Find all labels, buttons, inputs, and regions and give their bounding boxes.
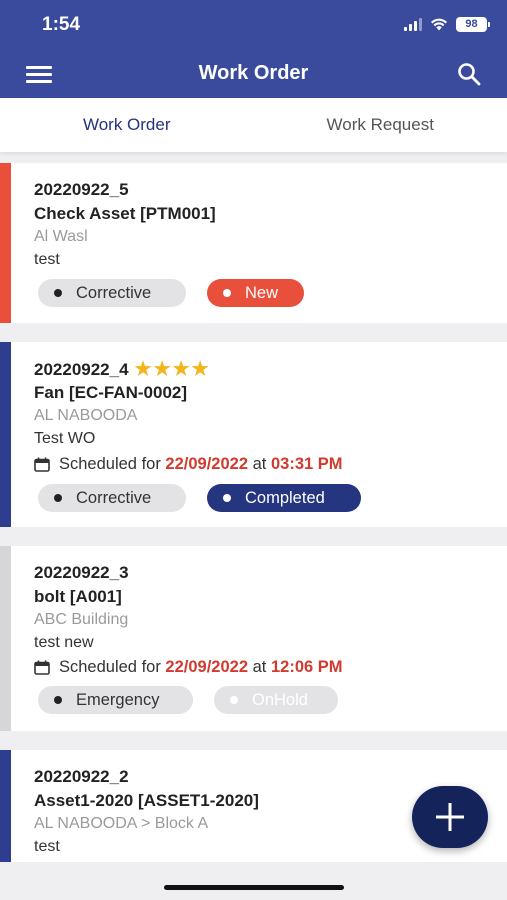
work-order-card[interactable]: 20220922_3 bolt [A001] ABC Building test… (0, 546, 507, 731)
work-order-location: AL NABOODA > Block A (34, 815, 209, 832)
priority-bar (0, 750, 11, 862)
work-order-location: Al Wasl (34, 228, 88, 245)
priority-bar (0, 342, 11, 527)
dot-icon (54, 696, 62, 704)
work-order-asset: Fan [EC-FAN-0002] (34, 383, 188, 402)
type-badge: Emergency (38, 686, 193, 714)
tab-work-request[interactable]: Work Request (254, 98, 507, 152)
schedule-line: Scheduled for 22/09/2022 at 03:31 PM (34, 455, 343, 474)
dot-icon (230, 696, 238, 704)
dot-icon (223, 494, 231, 502)
work-order-card[interactable]: 20220922_5 Check Asset [PTM001] Al Wasl … (0, 163, 507, 323)
type-badge: Corrective (38, 279, 186, 307)
dot-icon (54, 289, 62, 297)
work-order-location: AL NABOODA (34, 407, 138, 424)
work-order-asset: Check Asset [PTM001] (34, 204, 216, 223)
rating-stars: ★★★★ (134, 359, 211, 380)
work-order-id: 20220922_4 ★★★★ (34, 359, 211, 380)
work-order-asset: bolt [A001] (34, 587, 122, 606)
status-icons: 98 (404, 17, 490, 32)
status-time: 1:54 (42, 14, 81, 35)
tab-bar: Work Order Work Request (0, 98, 507, 152)
calendar-icon (34, 660, 50, 675)
work-order-description: test (34, 838, 60, 855)
wifi-icon (431, 18, 447, 31)
status-badge: New (207, 279, 304, 307)
status-badge: Completed (207, 484, 361, 512)
work-order-id: 20220922_5 (34, 180, 129, 199)
search-icon[interactable] (457, 62, 481, 86)
type-badge: Corrective (38, 484, 186, 512)
status-badge: OnHold (214, 686, 338, 714)
calendar-icon (34, 457, 50, 472)
work-order-id: 20220922_3 (34, 563, 129, 582)
home-indicator (164, 885, 344, 890)
schedule-time: 12:06 PM (270, 658, 343, 676)
work-order-description: test (34, 251, 60, 268)
dot-icon (223, 289, 231, 297)
work-order-description: Test WO (34, 430, 96, 447)
page-title: Work Order (198, 62, 309, 84)
schedule-line: Scheduled for 22/09/2022 at 12:06 PM (34, 658, 343, 677)
dot-icon (54, 494, 62, 502)
add-work-order-button[interactable] (412, 786, 488, 848)
schedule-date: 22/09/2022 (165, 658, 249, 676)
schedule-time: 03:31 PM (270, 455, 343, 473)
work-order-description: test new (34, 634, 94, 651)
app-bar: 1:54 98 Work Order (0, 0, 507, 98)
work-order-card[interactable]: 20220922_4 ★★★★ Fan [EC-FAN-0002] AL NABO… (0, 342, 507, 527)
priority-bar (0, 546, 11, 731)
work-order-location: ABC Building (34, 611, 129, 628)
priority-bar (0, 163, 11, 323)
tab-work-order[interactable]: Work Order (0, 98, 254, 152)
schedule-date: 22/09/2022 (165, 455, 249, 473)
battery-icon: 98 (456, 17, 490, 32)
signal-icon (404, 18, 422, 31)
work-order-asset: Asset1-2020 [ASSET1-2020] (34, 791, 259, 810)
work-order-id: 20220922_2 (34, 767, 129, 786)
